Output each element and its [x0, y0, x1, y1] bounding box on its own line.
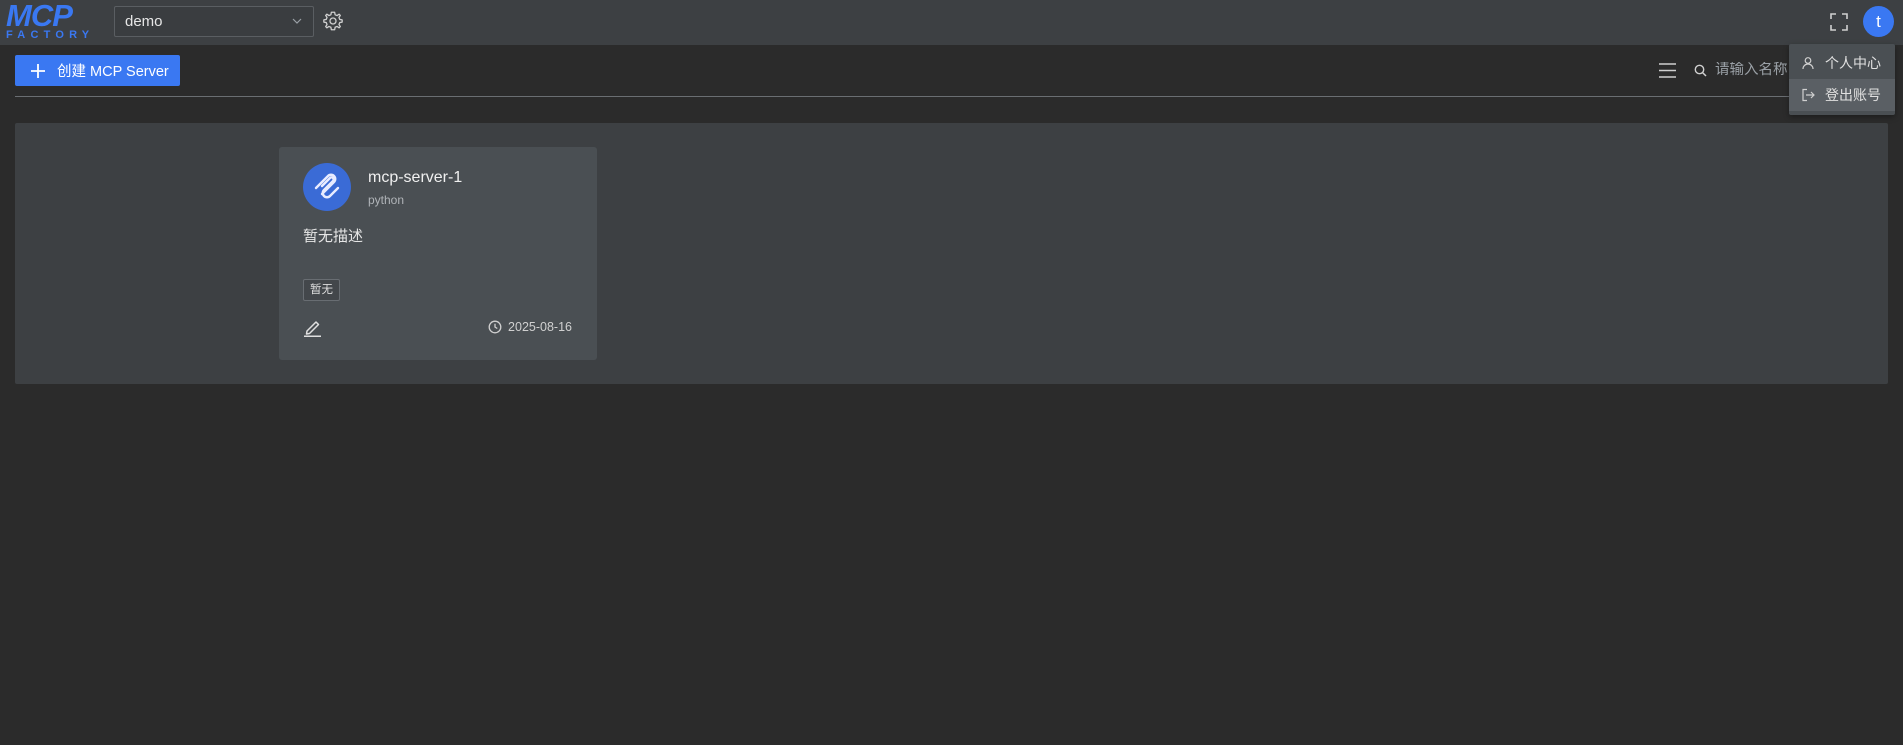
- clock-icon: [488, 320, 502, 334]
- edit-icon[interactable]: [303, 318, 322, 337]
- menu-item-label: 个人中心: [1825, 55, 1881, 71]
- server-date-text: 2025-08-16: [508, 320, 572, 334]
- menu-item-logout[interactable]: 登出账号: [1789, 79, 1895, 111]
- list-view-icon[interactable]: [1658, 61, 1677, 80]
- gear-icon[interactable]: [322, 10, 344, 32]
- create-mcp-server-button[interactable]: 创建 MCP Server: [15, 55, 180, 86]
- user-menu-dropdown: 个人中心 登出账号: [1789, 44, 1895, 115]
- mcp-icon: [303, 163, 351, 211]
- chevron-down-icon: [292, 18, 302, 24]
- search-box[interactable]: [1694, 58, 1790, 82]
- logout-icon: [1802, 88, 1815, 102]
- search-input[interactable]: [1715, 62, 1790, 78]
- server-tag: 暂无: [303, 279, 340, 301]
- create-button-label: 创建 MCP Server: [57, 64, 169, 80]
- user-avatar[interactable]: t: [1863, 6, 1894, 37]
- logo-text-top: MCP: [6, 0, 73, 33]
- plus-icon: [31, 63, 45, 78]
- server-description: 暂无描述: [303, 228, 364, 245]
- user-icon: [1802, 57, 1814, 70]
- app-logo[interactable]: MCP FACTORY: [6, 0, 106, 41]
- project-select[interactable]: demo: [114, 6, 314, 37]
- fullscreen-icon[interactable]: [1829, 12, 1849, 32]
- search-icon: [1694, 64, 1707, 77]
- mcp-logo-icon: [314, 173, 340, 199]
- divider: [15, 96, 1888, 97]
- menu-item-profile[interactable]: 个人中心: [1789, 47, 1895, 79]
- server-language: python: [368, 193, 405, 207]
- avatar-initial: t: [1876, 11, 1881, 31]
- server-card[interactable]: mcp-server-1 python 暂无描述 暂无 2025-08-16: [279, 147, 597, 360]
- logo-text-bottom: FACTORY: [6, 29, 95, 41]
- top-bar: MCP FACTORY demo t: [0, 0, 1903, 45]
- project-select-value: demo: [125, 13, 163, 30]
- server-name[interactable]: mcp-server-1: [368, 169, 462, 187]
- menu-item-label: 登出账号: [1825, 87, 1881, 103]
- server-date: 2025-08-16: [488, 320, 572, 334]
